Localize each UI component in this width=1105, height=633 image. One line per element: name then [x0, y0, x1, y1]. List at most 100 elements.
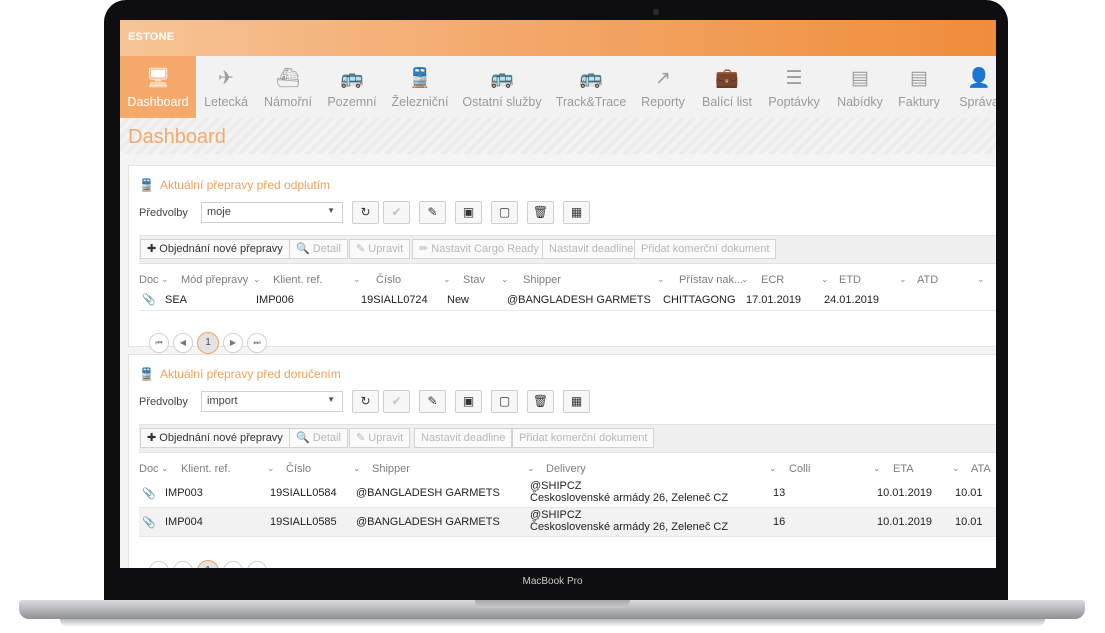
- col-delivery[interactable]: Delivery: [546, 463, 586, 475]
- col-mode[interactable]: Mód přepravy: [181, 274, 248, 286]
- nav-zeleznicni[interactable]: 🚆 Železniční: [388, 56, 452, 118]
- col-number[interactable]: Číslo: [286, 463, 311, 475]
- nav-label: Letecká: [204, 95, 248, 109]
- nav-sprava[interactable]: 👤 Správa: [954, 56, 996, 118]
- chevron-down-icon[interactable]: ⌄: [657, 274, 665, 285]
- chevron-down-icon[interactable]: ⌄: [443, 274, 451, 285]
- chevron-down-icon[interactable]: ⌄: [769, 463, 777, 474]
- detail-button[interactable]: 🔍 Detail: [289, 239, 348, 259]
- col-colli[interactable]: Colli: [789, 463, 810, 475]
- delete-button[interactable]: 🗑: [527, 201, 554, 224]
- col-shipper[interactable]: Shipper: [523, 274, 561, 286]
- nav-label: Železniční: [391, 95, 449, 109]
- refresh-button[interactable]: ↻: [352, 201, 379, 224]
- chevron-down-icon[interactable]: ⌄: [741, 274, 749, 285]
- col-port[interactable]: Přístav nak...: [679, 274, 743, 286]
- chevron-down-icon[interactable]: ⌄: [977, 274, 985, 285]
- chevron-down-icon[interactable]: ⌄: [527, 463, 535, 474]
- page-number[interactable]: 1: [197, 332, 219, 354]
- col-client-ref[interactable]: Klient. ref.: [273, 274, 323, 286]
- new-shipment-button[interactable]: ✚ Objednání nové přepravy: [140, 239, 290, 259]
- chevron-down-icon[interactable]: ⌄: [952, 463, 960, 474]
- col-etd[interactable]: ETD: [839, 274, 861, 286]
- save-button[interactable]: ▣: [455, 390, 482, 413]
- cell-client-ref: IMP004: [165, 516, 203, 528]
- col-shipper[interactable]: Shipper: [372, 463, 410, 475]
- save-button[interactable]: ▣: [455, 201, 482, 224]
- nav-namorni[interactable]: ⛴ Námořní: [260, 56, 316, 118]
- chevron-down-icon[interactable]: ⌄: [899, 274, 907, 285]
- next-page-button[interactable]: ▶: [223, 561, 243, 568]
- add-document-button[interactable]: Přidat komerční dokument: [634, 239, 777, 259]
- refresh-button[interactable]: ↻: [352, 390, 379, 413]
- new-shipment-button[interactable]: ✚ Objednání nové přepravy: [140, 428, 290, 448]
- first-page-button[interactable]: ⏮: [149, 333, 169, 353]
- nav-letecka[interactable]: ✈ Letecká: [200, 56, 252, 118]
- apply-button[interactable]: ✔: [383, 201, 410, 224]
- detail-button[interactable]: 🔍 Detail: [289, 428, 348, 448]
- columns-button[interactable]: ▦: [563, 390, 590, 413]
- nav-label: Ostatní služby: [462, 95, 542, 109]
- briefcase-icon: 💼: [715, 68, 739, 89]
- cargo-ready-button[interactable]: ✏ Nastavit Cargo Ready: [412, 239, 546, 259]
- last-page-button[interactable]: ⏭: [247, 333, 267, 353]
- edit-preset-button[interactable]: ✎: [419, 390, 446, 413]
- chevron-down-icon[interactable]: ⌄: [353, 463, 361, 474]
- last-page-button[interactable]: ⏭: [247, 561, 267, 568]
- table-row[interactable]: 📎 SEA IMP006 19SIALL0724 New @BANGLADESH…: [139, 290, 996, 311]
- next-page-button[interactable]: ▶: [223, 333, 243, 353]
- nav-pozemni[interactable]: 🚌 Pozemní: [324, 56, 380, 118]
- edit-button[interactable]: ✎ Upravit: [349, 239, 411, 259]
- action-bar: ✚ Objednání nové přepravy 🔍 Detail ✎ Upr…: [139, 424, 996, 453]
- chevron-down-icon[interactable]: ⌄: [161, 463, 169, 474]
- table-row[interactable]: 📎 IMP003 19SIALL0584 @BANGLADESH GARMETS…: [139, 479, 996, 508]
- deadline-button[interactable]: Nastavit deadline: [542, 239, 641, 259]
- chevron-down-icon[interactable]: ⌄: [253, 274, 261, 285]
- action-bar: ✚ Objednání nové přepravy 🔍 Detail ✎ Upr…: [139, 235, 996, 264]
- chevron-down-icon[interactable]: ⌄: [353, 274, 361, 285]
- nav-faktury[interactable]: ▤ Faktury: [894, 56, 944, 118]
- table-row[interactable]: 📎 IMP004 19SIALL0585 @BANGLADESH GARMETS…: [139, 508, 996, 537]
- main-nav: 🖥 Dashboard ✈ Letecká ⛴ Námořní 🚌 Pozemn…: [120, 56, 996, 119]
- col-client-ref[interactable]: Klient. ref.: [181, 463, 231, 475]
- nav-balici-list[interactable]: 💼 Balící list: [698, 56, 756, 118]
- col-doc[interactable]: Doc: [139, 274, 159, 286]
- prev-page-button[interactable]: ◀: [173, 561, 193, 568]
- add-document-button[interactable]: Přidat komerční dokument: [512, 428, 655, 448]
- nav-dashboard[interactable]: 🖥 Dashboard: [120, 56, 196, 118]
- chevron-down-icon[interactable]: ⌄: [821, 274, 829, 285]
- col-ecr[interactable]: ECR: [761, 274, 784, 286]
- col-status[interactable]: Stav: [463, 274, 485, 286]
- nav-track-trace[interactable]: 🚌 Track&Trace: [554, 56, 628, 118]
- columns-button[interactable]: ▦: [563, 201, 590, 224]
- col-eta[interactable]: ETA: [893, 463, 914, 475]
- save-as-button[interactable]: ▢: [491, 390, 518, 413]
- page-number[interactable]: 1: [197, 560, 219, 568]
- edit-preset-button[interactable]: ✎: [419, 201, 446, 224]
- col-doc[interactable]: Doc: [139, 463, 159, 475]
- nav-poptavky[interactable]: ☰ Poptávky: [764, 56, 824, 118]
- save-as-button[interactable]: ▢: [491, 201, 518, 224]
- preset-select[interactable]: import ▼: [201, 391, 343, 412]
- deadline-button[interactable]: Nastavit deadline: [414, 428, 513, 448]
- grid-header: Doc ⌄ Mód přepravy ⌄ Klient. ref. ⌄ Číslo ⌄ …: [139, 274, 996, 288]
- edit-button[interactable]: ✎ Upravit: [349, 428, 411, 448]
- delete-button[interactable]: 🗑: [527, 390, 554, 413]
- laptop-shadow: [60, 619, 1045, 627]
- nav-nabidky[interactable]: ▤ Nabídky: [834, 56, 886, 118]
- col-atd[interactable]: ATD: [917, 274, 938, 286]
- preset-select[interactable]: moje ▼: [201, 202, 343, 223]
- nav-ostatni-sluzby[interactable]: 🚌 Ostatní služby: [460, 56, 544, 118]
- prev-page-button[interactable]: ◀: [173, 333, 193, 353]
- chevron-down-icon[interactable]: ⌄: [161, 274, 169, 285]
- chevron-down-icon[interactable]: ⌄: [267, 463, 275, 474]
- cell-client-ref: IMP003: [165, 487, 203, 499]
- first-page-button[interactable]: ⏮: [149, 561, 169, 568]
- apply-button[interactable]: ✔: [383, 390, 410, 413]
- col-number[interactable]: Číslo: [376, 274, 401, 286]
- nav-reporty[interactable]: ↗ Reporty: [638, 56, 688, 118]
- paperclip-icon: 📎: [142, 488, 156, 500]
- chevron-down-icon[interactable]: ⌄: [501, 274, 509, 285]
- chevron-down-icon[interactable]: ⌄: [873, 463, 881, 474]
- col-ata[interactable]: ATA: [971, 463, 991, 475]
